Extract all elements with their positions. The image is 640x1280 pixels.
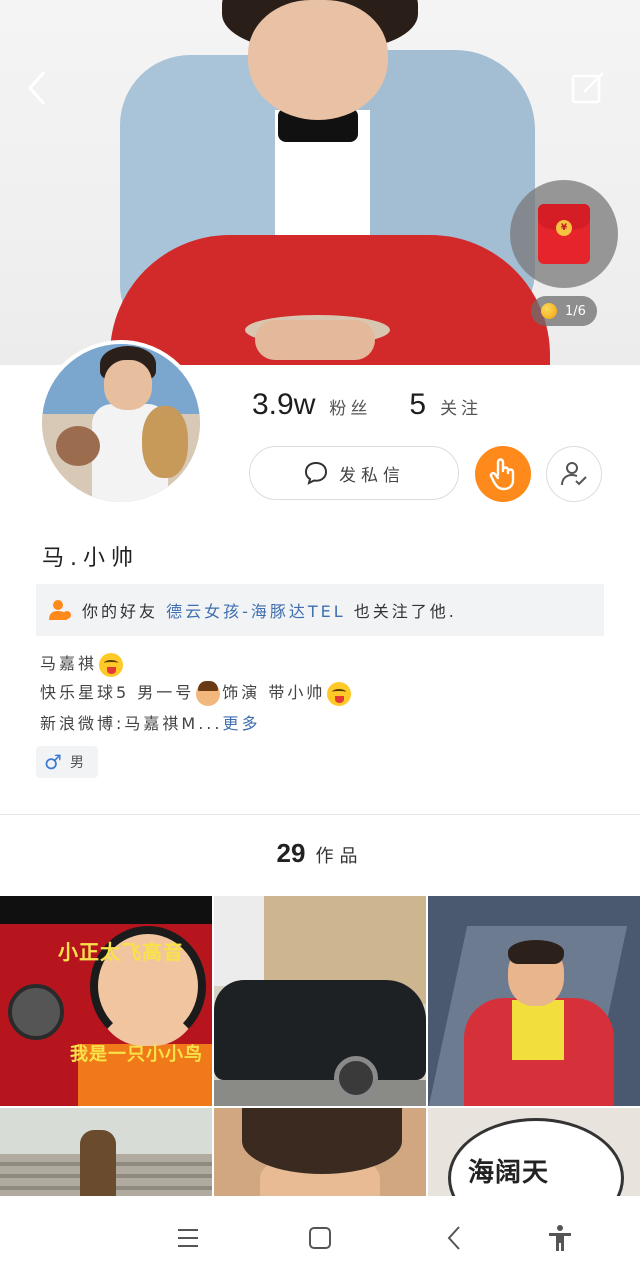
avatar[interactable]	[38, 340, 204, 506]
edit-cover-button[interactable]	[566, 66, 610, 110]
red-packet-button[interactable]: ¥	[510, 180, 618, 288]
bio-line-3-text: 新浪微博:马嘉祺M...	[40, 714, 223, 733]
works-count: 29	[276, 838, 306, 868]
back-arrow-icon	[28, 71, 46, 105]
thumbnail-art	[214, 1080, 426, 1106]
bio-line-2: 快乐星球5 男一号 饰演 带小帅	[40, 679, 353, 706]
coin-progress-badge[interactable]: 1/6	[531, 296, 597, 326]
home-square-icon	[309, 1227, 331, 1249]
avatar-photo-part	[56, 426, 100, 466]
grinning-squint-tongue-emoji-icon	[99, 652, 124, 677]
nav-back-icon	[447, 1226, 460, 1250]
loading-icon	[300, 165, 344, 209]
nav-back-button[interactable]	[430, 1214, 478, 1262]
grinning-squint-tongue-emoji-icon	[327, 681, 352, 706]
red-packet-icon: ¥	[538, 204, 590, 264]
thumbnail-caption-bottom: 我是一只小小鸟	[70, 1044, 203, 1065]
work-thumbnail[interactable]	[214, 896, 426, 1106]
friend-notice-prefix: 你的好友	[82, 602, 159, 621]
wheel-art	[334, 1056, 378, 1100]
bio-line-2b-text: 饰演 带小帅	[222, 683, 326, 702]
nav-home-button[interactable]	[296, 1214, 344, 1262]
cover-photo-part	[255, 320, 375, 360]
friend-notice-suffix: 也关注了他.	[353, 602, 457, 621]
thumbnail-art	[80, 1130, 116, 1206]
follow-status-button[interactable]	[546, 446, 602, 502]
car-art	[214, 980, 426, 1080]
bio-line-3: 新浪微博:马嘉祺M...更多	[40, 710, 260, 734]
accessibility-button[interactable]	[536, 1214, 584, 1262]
send-message-label: 发私信	[339, 465, 405, 486]
poke-button[interactable]	[475, 446, 531, 502]
avatar-photo-part	[104, 360, 152, 410]
bio-line-2a-text: 快乐星球5 男一号	[40, 683, 195, 702]
thumbnail-art	[242, 1108, 402, 1174]
work-thumbnail[interactable]: 海阔天	[428, 1108, 640, 1206]
gender-label: 男	[69, 755, 84, 771]
thumbnail-caption: 海阔天	[468, 1158, 550, 1188]
cover-photo-part	[248, 0, 388, 120]
menu-icon	[178, 1229, 198, 1247]
hand-tap-icon	[489, 458, 515, 491]
gender-badge: ♂ 男	[36, 746, 98, 778]
avatar-photo-part	[142, 406, 188, 478]
works-grid: 小正太飞高音 我是一只小小鸟 海阔天	[0, 896, 640, 1206]
chat-bubble-icon	[304, 461, 328, 485]
send-message-button[interactable]: 发私信	[249, 446, 459, 500]
nav-menu-button[interactable]	[164, 1214, 212, 1262]
back-button[interactable]	[15, 66, 59, 110]
followers-count[interactable]: 3.9w	[252, 388, 315, 422]
followers-label[interactable]: 粉丝	[329, 394, 371, 419]
work-thumbnail[interactable]: 小正太飞高音 我是一只小小鸟	[0, 896, 212, 1106]
user-check-icon	[561, 462, 587, 486]
thumbnail-art	[512, 1000, 564, 1060]
system-nav-bar	[0, 1196, 640, 1280]
thumbnail-caption-top: 小正太飞高音	[58, 940, 184, 964]
following-count[interactable]: 5	[409, 388, 426, 422]
profile-stats: 3.9w 粉丝 5 关注	[252, 388, 482, 422]
work-thumbnail[interactable]	[214, 1108, 426, 1206]
thumbnail-art	[508, 940, 564, 964]
following-label[interactable]: 关注	[440, 394, 482, 419]
bio-more-link[interactable]: 更多	[222, 714, 260, 733]
coin-progress-text: 1/6	[565, 303, 586, 319]
thumbnail-art	[214, 896, 264, 986]
friend-name-link[interactable]: 德云女孩-海豚达TEL	[166, 602, 346, 621]
bio-line-1: 马嘉祺	[40, 650, 125, 677]
male-symbol-icon: ♂	[44, 750, 62, 774]
edit-icon	[571, 72, 604, 104]
works-label: 作品	[315, 846, 364, 867]
coin-icon	[541, 303, 557, 319]
bio-line-1-text: 马嘉祺	[40, 654, 98, 673]
profile-name: 马.小帅	[42, 546, 139, 571]
thumbnail-art	[0, 896, 212, 924]
work-thumbnail[interactable]	[428, 896, 640, 1106]
friend-icon	[49, 600, 71, 620]
red-packet-coin: ¥	[556, 220, 572, 236]
boy-emoji-icon	[196, 680, 221, 706]
avatar-photo	[42, 344, 200, 502]
mutual-friend-notice[interactable]: 你的好友 德云女孩-海豚达TEL 也关注了他.	[36, 584, 604, 636]
profile-cover[interactable]: ¥ 1/6	[0, 0, 640, 365]
section-divider	[0, 814, 640, 815]
mutual-friend-text: 你的好友 德云女孩-海豚达TEL 也关注了他.	[82, 598, 457, 622]
work-thumbnail[interactable]	[0, 1108, 212, 1206]
works-header: 29 作品	[0, 838, 640, 869]
accessibility-icon	[549, 1225, 571, 1251]
microphone-art	[8, 984, 64, 1040]
